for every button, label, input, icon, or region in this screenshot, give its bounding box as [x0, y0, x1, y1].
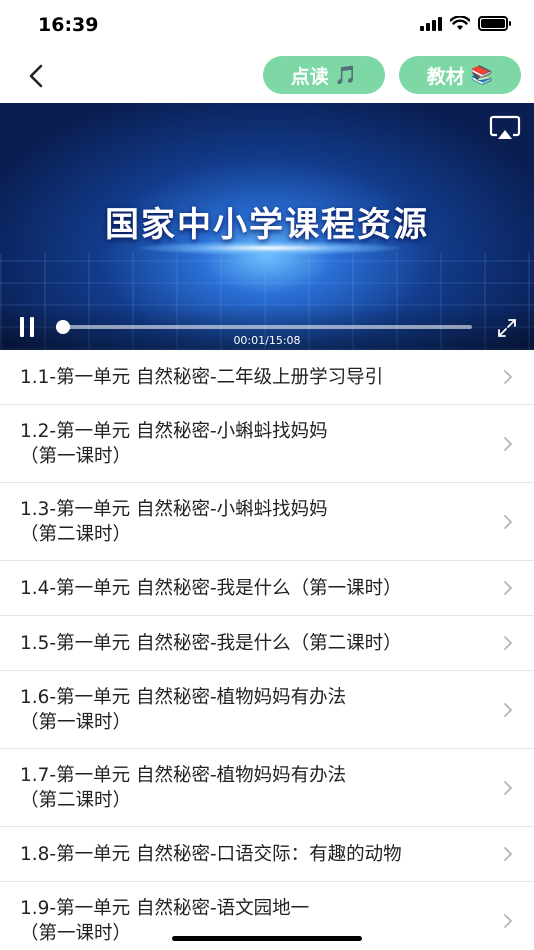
textbook-label: 教材: [426, 65, 465, 88]
lesson-title: 1.5-第一单元 自然秘密-我是什么（第二课时）: [20, 632, 402, 654]
music-note-icon: 🎵: [334, 64, 358, 86]
video-title: 国家中小学课程资源: [105, 205, 429, 245]
lesson-title: 1.3-第一单元 自然秘密-小蝌蚪找妈妈 （第二课时）: [20, 498, 328, 545]
lesson-list: 1.1-第一单元 自然秘密-二年级上册学习导引 1.2-第一单元 自然秘密-小蝌蚪…: [0, 350, 534, 950]
chevron-right-icon: [504, 514, 512, 529]
chevron-right-icon: [504, 702, 512, 717]
read-aloud-label: 点读: [290, 65, 329, 88]
wifi-icon: [450, 16, 470, 30]
chevron-right-icon: [504, 436, 512, 451]
status-bar: 16:39: [0, 0, 534, 50]
playback-time: 00:01/15:08: [233, 334, 301, 347]
chevron-right-icon: [504, 847, 512, 861]
lesson-item[interactable]: 1.7-第一单元 自然秘密-植物妈妈有办法 （第二课时）: [0, 749, 534, 827]
textbook-button[interactable]: 教材 📚: [399, 56, 521, 94]
lesson-item[interactable]: 1.6-第一单元 自然秘密-植物妈妈有办法 （第一课时）: [0, 671, 534, 749]
lesson-item[interactable]: 1.2-第一单元 自然秘密-小蝌蚪找妈妈 （第一课时）: [0, 405, 534, 483]
lesson-title: 1.1-第一单元 自然秘密-二年级上册学习导引: [20, 366, 384, 388]
status-time: 16:39: [38, 14, 99, 36]
nav-bar: 点读 🎵 教材 📚: [0, 50, 534, 102]
lesson-item[interactable]: 1.3-第一单元 自然秘密-小蝌蚪找妈妈 （第二课时）: [0, 483, 534, 561]
read-aloud-button[interactable]: 点读 🎵: [263, 56, 385, 94]
lesson-title: 1.6-第一单元 自然秘密-植物妈妈有办法 （第一课时）: [20, 686, 347, 733]
cellular-signal-icon: [420, 16, 442, 31]
books-icon: 📚: [470, 64, 494, 86]
airplay-icon[interactable]: [488, 115, 522, 141]
lesson-item[interactable]: 1.8-第一单元 自然秘密-口语交际：有趣的动物: [0, 827, 534, 882]
chevron-right-icon: [504, 370, 512, 384]
lesson-title: 1.2-第一单元 自然秘密-小蝌蚪找妈妈 （第一课时）: [20, 420, 328, 467]
lesson-title: 1.4-第一单元 自然秘密-我是什么（第一课时）: [20, 577, 402, 599]
fullscreen-icon[interactable]: [496, 317, 518, 339]
chevron-right-icon: [504, 636, 512, 650]
battery-icon: [478, 16, 511, 31]
chevron-left-icon: [29, 64, 43, 88]
lesson-item[interactable]: 1.5-第一单元 自然秘密-我是什么（第二课时）: [0, 616, 534, 671]
lesson-item[interactable]: 1.1-第一单元 自然秘密-二年级上册学习导引: [0, 350, 534, 405]
video-controls: 00:01/15:08: [0, 303, 534, 350]
progress-bar[interactable]: [62, 325, 472, 329]
chevron-right-icon: [504, 780, 512, 795]
status-icons: [420, 16, 511, 31]
lesson-title: 1.8-第一单元 自然秘密-口语交际：有趣的动物: [20, 843, 402, 865]
progress-thumb[interactable]: [56, 320, 70, 334]
chevron-right-icon: [504, 913, 512, 928]
lesson-title: 1.7-第一单元 自然秘密-植物妈妈有办法 （第二课时）: [20, 764, 347, 811]
lesson-item[interactable]: 1.4-第一单元 自然秘密-我是什么（第一课时）: [0, 561, 534, 616]
video-player[interactable]: 国家中小学课程资源 00:01/15:08: [0, 103, 534, 350]
home-indicator: [172, 936, 362, 941]
chevron-right-icon: [504, 581, 512, 595]
back-button[interactable]: [18, 58, 54, 94]
